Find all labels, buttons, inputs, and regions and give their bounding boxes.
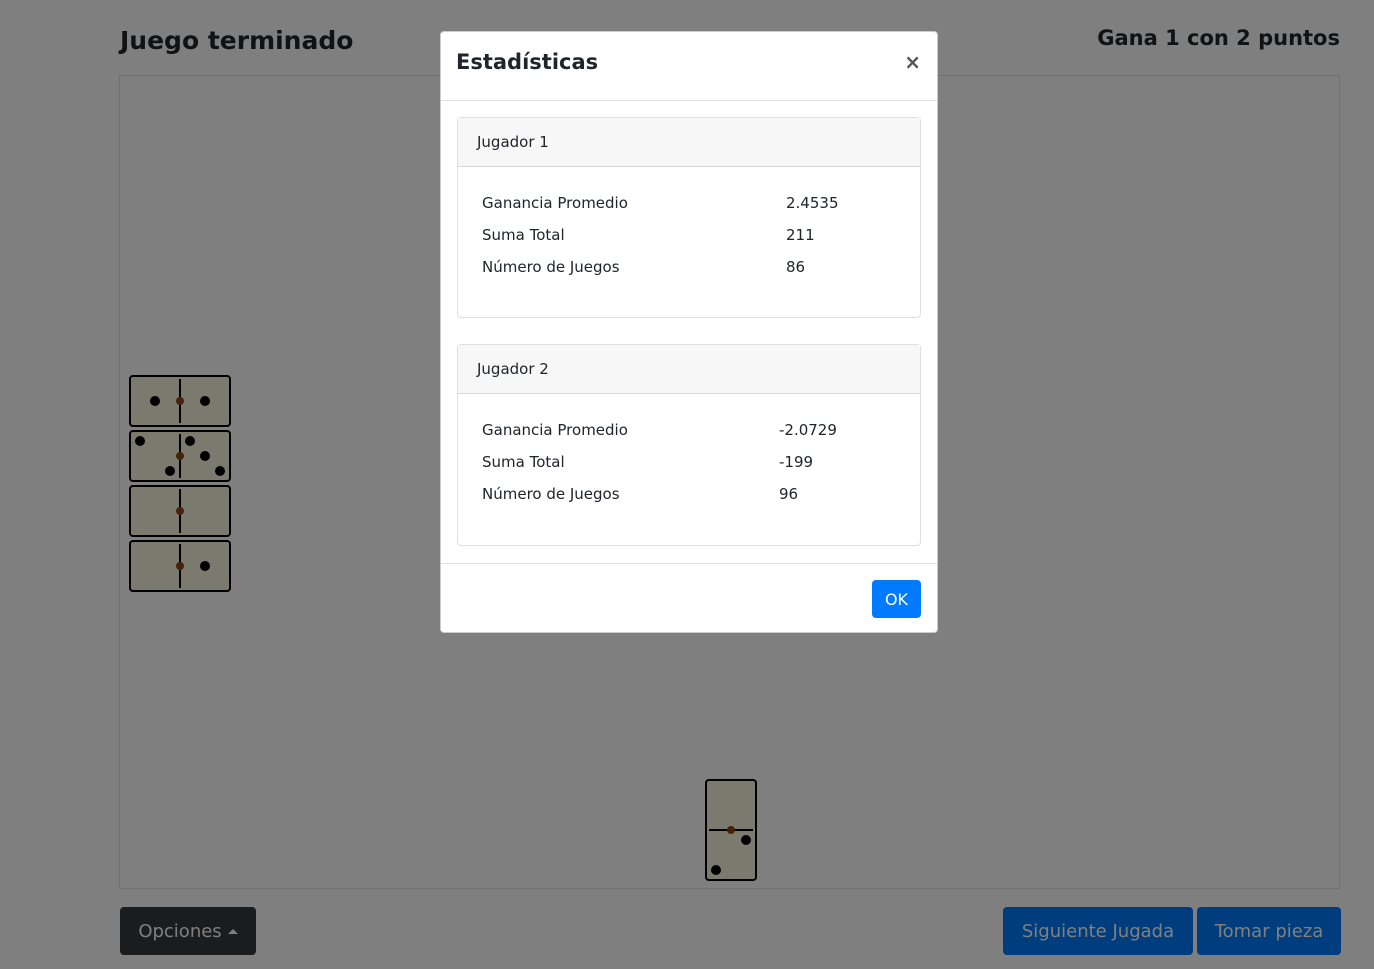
stat-value: 2.4535 [786,194,839,212]
stat-label: Ganancia Promedio [482,194,628,212]
modal-header: Estadísticas × [441,32,937,101]
stat-value: 211 [786,226,815,244]
stat-label: Suma Total [482,226,565,244]
stat-label: Número de Juegos [482,258,620,276]
stat-label: Ganancia Promedio [482,421,628,439]
stat-value: 86 [786,258,806,276]
modal-footer: OK [441,563,937,634]
modal-title: Estadísticas [456,50,599,74]
player-stats-card: Jugador 2 Ganancia Promedio -2.0729 Suma… [457,344,921,546]
ok-button[interactable]: OK [872,580,921,618]
statistics-modal: Estadísticas × Jugador 1 Ganancia Promed… [440,31,938,633]
player-stats-card: Jugador 1 Ganancia Promedio 2.4535 Suma … [457,117,921,318]
stat-value: 96 [779,485,799,503]
stat-label: Número de Juegos [482,485,620,503]
stat-value: -199 [779,453,814,471]
stat-label: Suma Total [482,453,565,471]
player-name: Jugador 1 [458,118,920,167]
close-icon[interactable]: × [904,50,921,74]
player-name: Jugador 2 [458,345,920,394]
stat-value: -2.0729 [779,421,837,439]
